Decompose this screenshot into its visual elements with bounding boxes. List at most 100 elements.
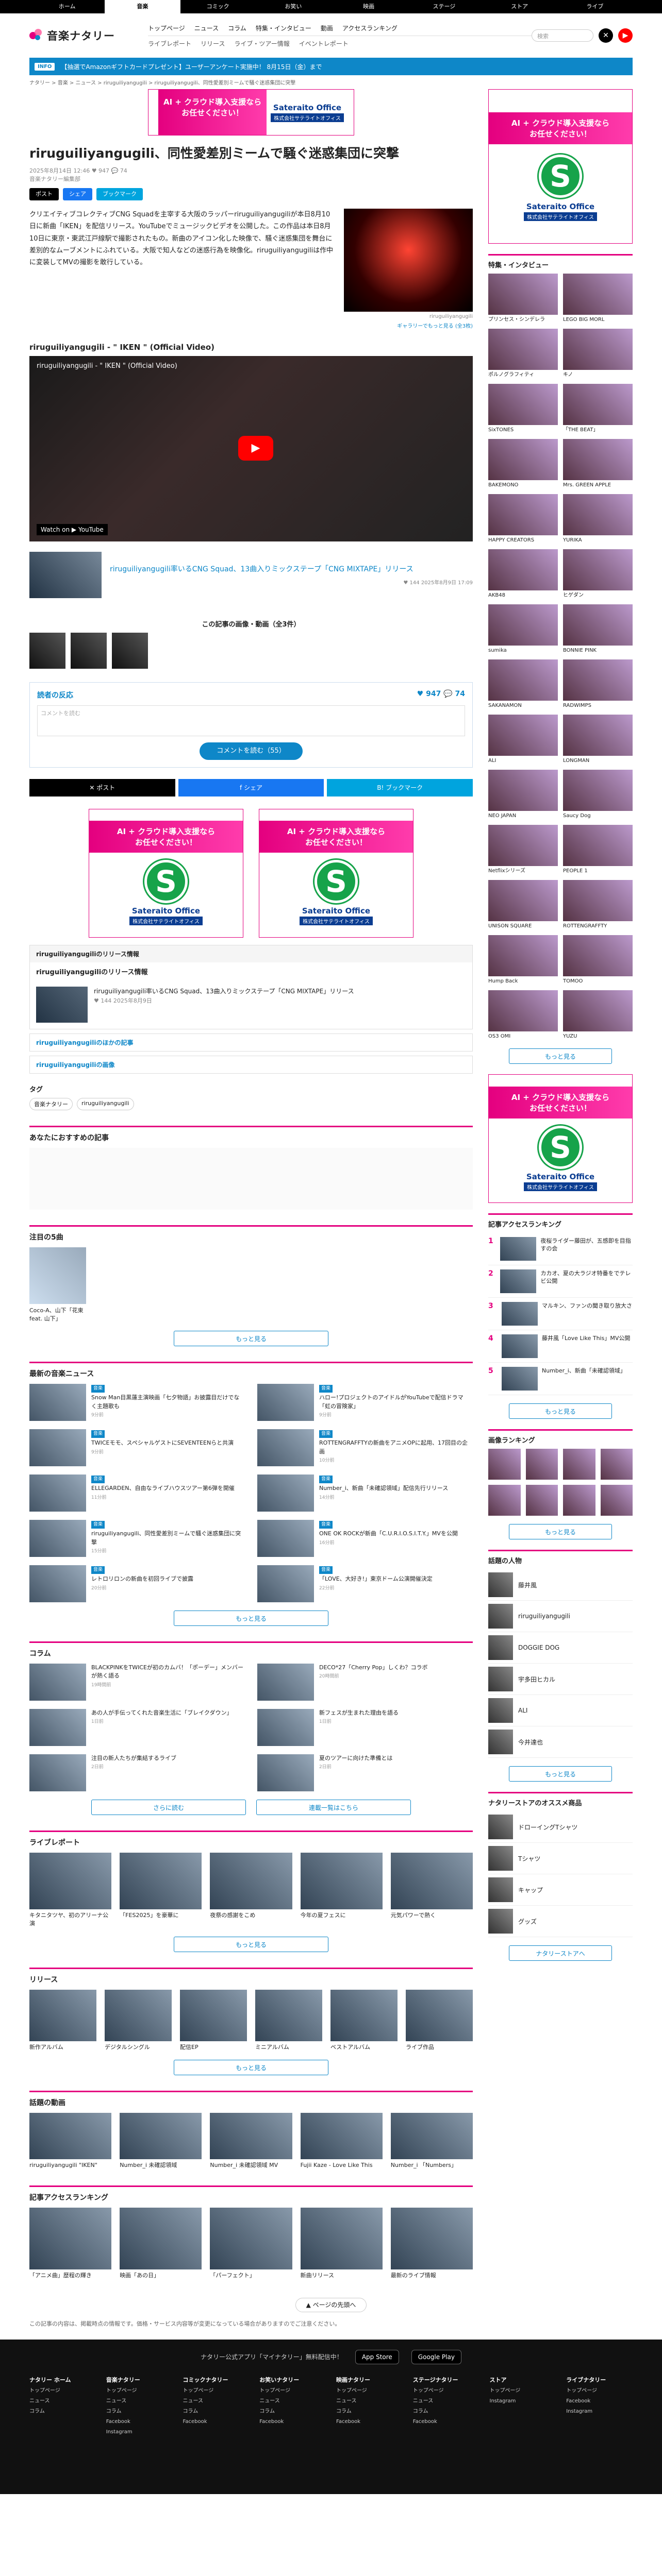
card-item[interactable]: Number_i 未確認領域 MV: [210, 2113, 292, 2170]
artist-name[interactable]: 宇多田ヒカル: [518, 1675, 555, 1684]
tag-item[interactable]: 音楽ナタリー: [29, 1097, 73, 1110]
card-title[interactable]: 今年の夏フェスに: [301, 1911, 383, 1920]
card-title[interactable]: 映画「あの日」: [120, 2272, 202, 2280]
rank-title[interactable]: マルキン、ファンの聞き取り放大さ: [542, 1302, 632, 1326]
topnav-tab[interactable]: ライブ: [557, 0, 633, 13]
card-item[interactable]: Number_i 「Numbers」: [390, 2113, 473, 2170]
list-item[interactable]: 音楽 ROTTENGRAFFTYの新曲をアニメOPに起用、17回目の企画 10分前: [257, 1429, 473, 1466]
rect-ad[interactable]: AI + クラウド導入支援なら お任せください！ S Sateraito Offi…: [89, 808, 243, 938]
list-title[interactable]: 新フェスが生まれた理由を語る: [319, 1709, 399, 1718]
card-title[interactable]: 「パーフェクト」: [210, 2272, 292, 2280]
side-interview-item[interactable]: NEO JAPAN: [488, 770, 558, 820]
ranking-row[interactable]: 5 Number_i、新曲「未確認領域」: [488, 1363, 633, 1395]
side-interview-thumb[interactable]: [488, 770, 558, 811]
store-row[interactable]: Tシャツ: [488, 1843, 633, 1874]
card-thumb[interactable]: [390, 1852, 473, 1909]
list-title[interactable]: TWICEモモ、スペシャルゲストにSEVENTEENらと共演: [91, 1439, 234, 1448]
artist-name[interactable]: 今井達也: [518, 1738, 543, 1747]
footer-col-head[interactable]: 音楽ナタリー: [106, 2375, 173, 2386]
list-item[interactable]: 音楽 Number_i、新曲「未確認領域」配信先行リリース 14分前: [257, 1474, 473, 1512]
card-title[interactable]: ベストアルバム: [330, 2043, 398, 2052]
card-title[interactable]: 新作アルバム: [29, 2043, 96, 2052]
side-interview-title[interactable]: ポルノグラフィティ: [488, 371, 558, 379]
side-interview-thumb[interactable]: [488, 494, 558, 535]
topnav-tab[interactable]: ストア: [482, 0, 557, 13]
image-rank-thumb[interactable]: [600, 1449, 633, 1480]
side-interview-item[interactable]: YUZU: [563, 990, 633, 1040]
side-interview-thumb[interactable]: [563, 880, 633, 921]
article-counts[interactable]: ♥ 947 💬 74: [92, 167, 127, 174]
side-interview-thumb[interactable]: [563, 439, 633, 480]
side-artists-more[interactable]: もっと見る: [509, 1766, 612, 1782]
share-hatena-button[interactable]: ブックマーク: [96, 188, 143, 200]
card-thumb[interactable]: [255, 1989, 322, 2041]
comment-preview[interactable]: コメントを読む: [37, 705, 465, 736]
card-title[interactable]: 元気パワーで熱く: [391, 1911, 473, 1920]
image-rank-item[interactable]: [563, 1485, 595, 1516]
side-interview-item[interactable]: OS3 OMI: [488, 990, 558, 1040]
artist-avatar[interactable]: [488, 1604, 513, 1629]
image-rank-thumb[interactable]: [600, 1485, 633, 1516]
side-interview-item[interactable]: AKB48: [488, 549, 558, 599]
card-item[interactable]: Number_i 未確認領域: [120, 2113, 202, 2170]
list-item[interactable]: 夏のツアーに向けた準備とは 2日前: [257, 1754, 473, 1791]
side-ad[interactable]: AI + クラウド導入支援なら お任せください！ S Sateraito Offi…: [488, 89, 633, 244]
footer-link[interactable]: ニュース: [413, 2396, 479, 2406]
footer-link[interactable]: ニュース: [29, 2396, 96, 2406]
card-thumb[interactable]: [210, 1852, 292, 1909]
side-interview-title[interactable]: BAKEMONO: [488, 482, 558, 489]
side-interview-thumb[interactable]: [563, 384, 633, 425]
card-item[interactable]: 配信EP: [180, 1989, 247, 2052]
share-bar-button[interactable]: f シェア: [178, 778, 324, 796]
side-interview-item[interactable]: SAKANAMON: [488, 659, 558, 709]
banner-ad[interactable]: AI + クラウド導入支援なら お任せください！ Sateraito Office…: [148, 89, 354, 135]
side-ranking-more[interactable]: もっと見る: [509, 1403, 612, 1419]
list-thumb[interactable]: [29, 1519, 86, 1557]
card-item[interactable]: ライブ作品: [406, 1989, 473, 2052]
side-interview-title[interactable]: UNISON SQUARE: [488, 923, 558, 930]
list-item[interactable]: 注目の新人たちが集結するライブ 2日前: [29, 1754, 245, 1791]
card-thumb[interactable]: [300, 2207, 383, 2269]
gallery-thumb[interactable]: [29, 632, 65, 669]
side-interview-item[interactable]: キノ: [563, 329, 633, 379]
nav-link[interactable]: 特集・インタビュー: [256, 24, 311, 32]
footer-link[interactable]: コラム: [336, 2406, 403, 2417]
other-articles-link[interactable]: riruguiliyangugiliのほかの記事: [29, 1033, 473, 1052]
side-interview-title[interactable]: キノ: [563, 371, 633, 379]
list-item[interactable]: 音楽 ハロー!プロジェクトのアイドルがYouTubeで配信ドラマ「虹の冒険家」 9分…: [257, 1383, 473, 1421]
artist-row[interactable]: DOGGIE DOG: [488, 1632, 633, 1664]
nav-link[interactable]: アクセスランキング: [342, 24, 398, 32]
list-thumb[interactable]: [257, 1429, 314, 1466]
card-thumb[interactable]: [105, 1989, 172, 2041]
live-report-more-button[interactable]: もっと見る: [174, 1936, 328, 1952]
side-interview-title[interactable]: LEGO BIG MORL: [563, 316, 633, 324]
side-interview-item[interactable]: Netflixシリーズ: [488, 825, 558, 875]
footer-col-head[interactable]: お笑いナタリー: [259, 2375, 326, 2386]
image-rank-thumb[interactable]: [563, 1449, 595, 1480]
side-interview-thumb[interactable]: [563, 274, 633, 315]
list-item[interactable]: DECO*27「Cherry Pop」しくわ？コラボ 20時間前: [257, 1663, 473, 1701]
card-item[interactable]: 映画「あの日」: [120, 2207, 202, 2280]
store-name[interactable]: Tシャツ: [518, 1854, 540, 1863]
footer-link[interactable]: ニュース: [336, 2396, 403, 2406]
release-text[interactable]: riruguiliyangugili率いるCNG Squad、13曲入りミックス…: [94, 987, 354, 996]
youtube-icon[interactable]: ▶: [618, 28, 633, 43]
image-rank-item[interactable]: [488, 1449, 521, 1480]
list-item[interactable]: 音楽 レトロリロンの新曲を初回ライブで披露 20分前: [29, 1565, 245, 1602]
image-rank-item[interactable]: [525, 1449, 558, 1480]
card-title[interactable]: 「アニメ曲」歴程の輝き: [29, 2272, 111, 2280]
image-rank-item[interactable]: [600, 1449, 633, 1480]
card-item[interactable]: 「FES2025」を豪華に: [120, 1852, 202, 1928]
side-interview-thumb[interactable]: [488, 825, 558, 866]
list-thumb[interactable]: [29, 1565, 86, 1602]
side-interview-title[interactable]: RADWIMPS: [563, 702, 633, 709]
side-interview-thumb[interactable]: [563, 825, 633, 866]
side-interview-thumb[interactable]: [563, 494, 633, 535]
card-item[interactable]: キタニタツヤ、初のアリーナ公演: [29, 1852, 112, 1928]
store-name[interactable]: グッズ: [518, 1917, 537, 1926]
side-interview-item[interactable]: 「THE BEAT」: [563, 384, 633, 434]
footer-link[interactable]: Instagram: [106, 2427, 173, 2437]
side-interview-thumb[interactable]: [488, 384, 558, 425]
side-interview-thumb[interactable]: [563, 604, 633, 646]
card-title[interactable]: ミニアルバム: [255, 2043, 322, 2052]
